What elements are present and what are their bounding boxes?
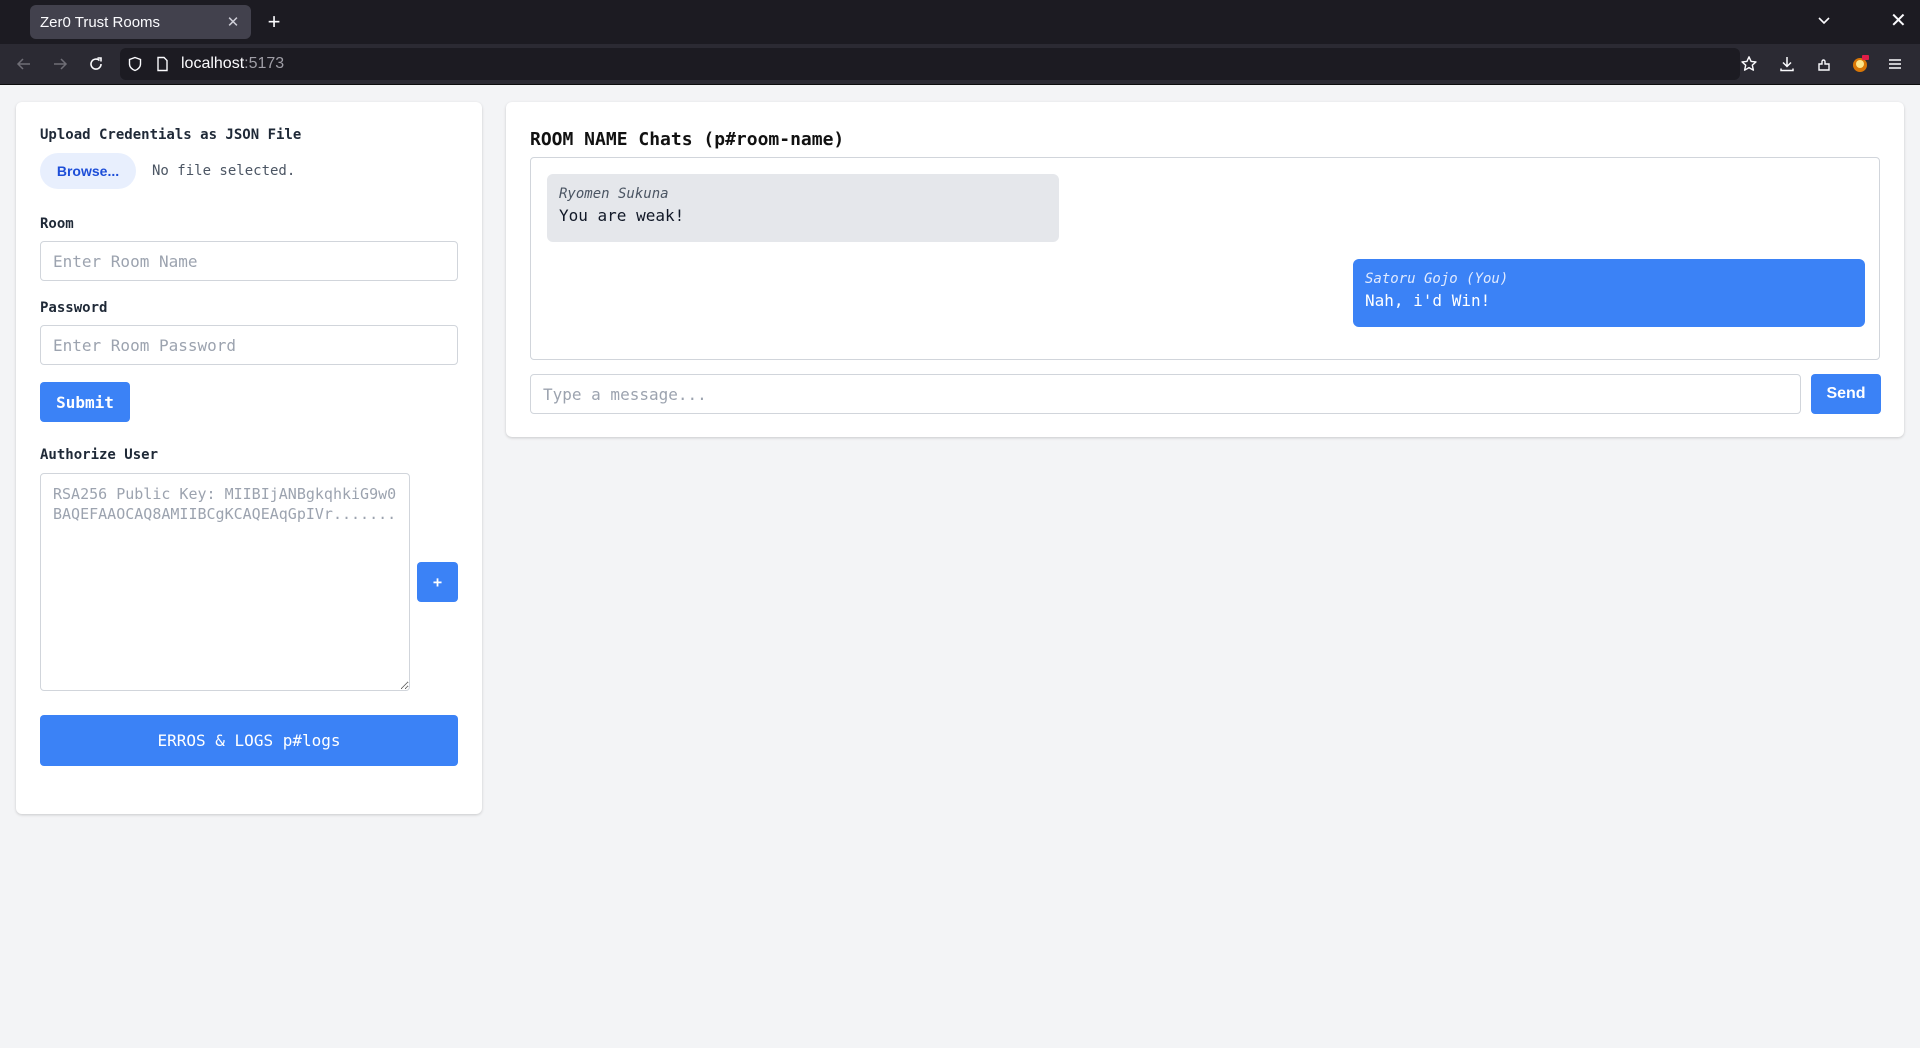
- message-text: Nah, i'd Win!: [1365, 291, 1491, 310]
- chrome-divider: [0, 84, 1920, 85]
- message-sender: Satoru Gojo (You): [1365, 271, 1509, 287]
- message-bubble-received: Ryomen Sukuna You are weak!: [547, 174, 1059, 242]
- chat-title: ROOM NAME Chats (p#room-name): [530, 129, 845, 150]
- chat-panel: ROOM NAME Chats (p#room-name) Ryomen Suk…: [506, 102, 1904, 437]
- tab-title: Zer0 Trust Rooms: [40, 13, 161, 31]
- password-input[interactable]: [40, 325, 458, 365]
- back-icon[interactable]: [12, 52, 36, 76]
- send-button[interactable]: Send: [1811, 374, 1881, 414]
- add-user-button[interactable]: +: [417, 562, 458, 602]
- room-input[interactable]: [40, 241, 458, 281]
- page-icon[interactable]: [154, 56, 170, 72]
- menu-icon[interactable]: [1883, 52, 1907, 76]
- reload-icon[interactable]: [84, 52, 108, 76]
- public-key-textarea[interactable]: [40, 473, 410, 691]
- star-icon[interactable]: [1737, 52, 1761, 76]
- password-label: Password: [40, 300, 108, 316]
- browser-tab[interactable]: Zer0 Trust Rooms ✕: [30, 5, 251, 39]
- authorize-label: Authorize User: [40, 447, 159, 463]
- tab-close-icon[interactable]: ✕: [225, 13, 241, 31]
- message-text: You are weak!: [559, 206, 685, 225]
- download-icon[interactable]: [1775, 52, 1799, 76]
- file-status: No file selected.: [152, 163, 296, 179]
- submit-button[interactable]: Submit: [40, 382, 130, 422]
- message-input[interactable]: [530, 374, 1801, 414]
- message-bubble-sent: Satoru Gojo (You) Nah, i'd Win!: [1353, 259, 1865, 327]
- browser-nav-bar: localhost:5173: [0, 44, 1920, 84]
- profile-icon[interactable]: [1848, 52, 1872, 76]
- upload-label: Upload Credentials as JSON File: [40, 127, 302, 143]
- browse-button[interactable]: Browse...: [40, 153, 136, 189]
- extensions-icon[interactable]: [1812, 52, 1836, 76]
- logs-button[interactable]: ERROS & LOGS p#logs: [40, 715, 458, 766]
- room-label: Room: [40, 216, 74, 232]
- url-text[interactable]: localhost:5173: [181, 55, 284, 73]
- message-sender: Ryomen Sukuna: [559, 186, 669, 202]
- forward-icon[interactable]: [48, 52, 72, 76]
- shield-icon[interactable]: [127, 56, 143, 72]
- browser-tab-bar: Zer0 Trust Rooms ✕ + ✕: [0, 0, 1920, 44]
- credentials-panel: Upload Credentials as JSON File Browse..…: [16, 102, 482, 814]
- url-bar[interactable]: [120, 48, 1740, 80]
- new-tab-icon[interactable]: +: [262, 10, 286, 34]
- window-close-icon[interactable]: ✕: [1890, 9, 1907, 33]
- message-list[interactable]: Ryomen Sukuna You are weak! Satoru Gojo …: [530, 157, 1880, 360]
- tab-list-icon[interactable]: [1816, 12, 1832, 33]
